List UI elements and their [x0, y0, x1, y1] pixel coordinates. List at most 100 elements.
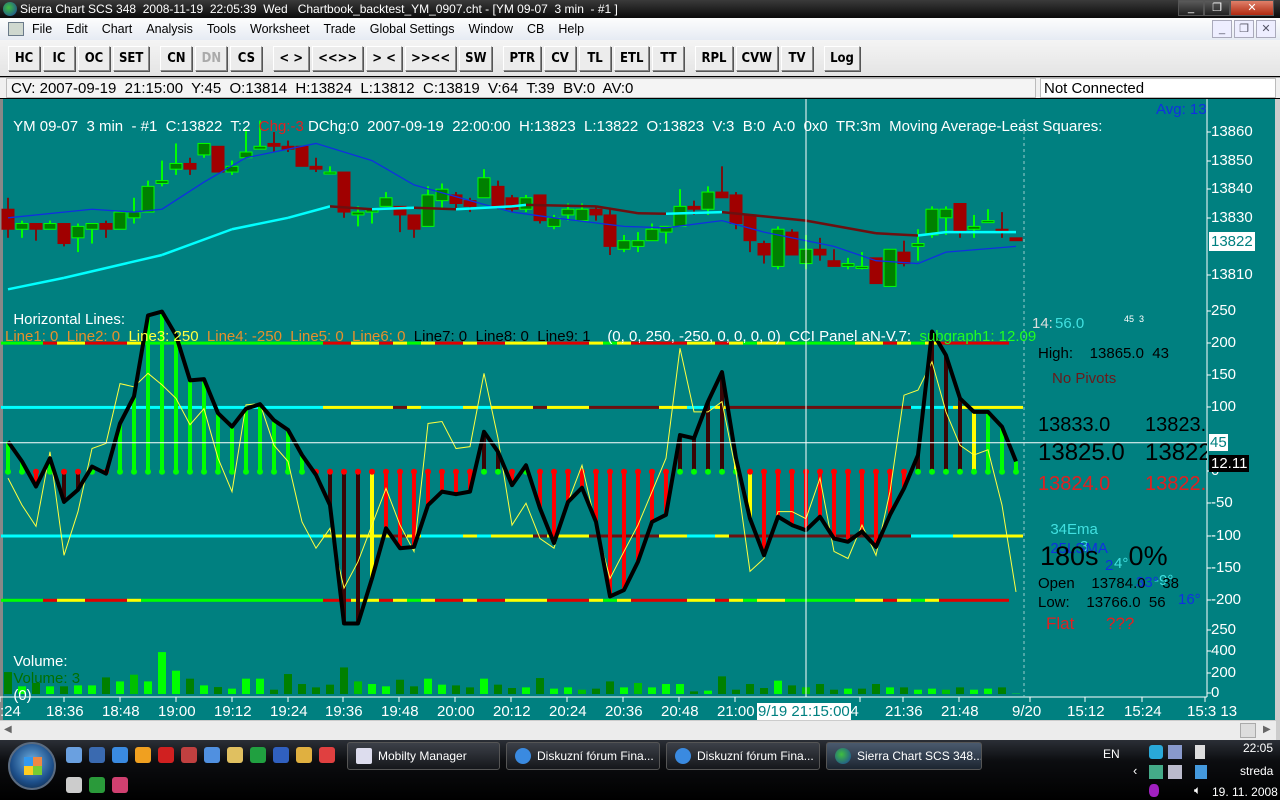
close-button[interactable]: ✕ — [1230, 0, 1274, 16]
menu-worksheet[interactable]: Worksheet — [250, 18, 310, 40]
volume-icon[interactable]: 🔈︎ — [1194, 783, 1201, 798]
candle-body — [267, 142, 281, 147]
cci-zero-dot — [369, 468, 375, 475]
restore-button[interactable]: ❐ — [1204, 0, 1230, 16]
toolbar-button-cv[interactable]: CV — [544, 45, 577, 71]
clock-date[interactable]: 19. 11. 2008 — [1212, 785, 1278, 799]
globe-icon[interactable] — [89, 777, 105, 793]
volume-bar — [550, 688, 558, 694]
paint-icon[interactable] — [181, 747, 197, 763]
taskbar-item-mobility-manager[interactable]: Mobilty Manager — [347, 742, 500, 770]
clock-day[interactable]: streda — [1240, 764, 1273, 778]
toolbar-button-tt[interactable]: TT — [652, 45, 685, 71]
cci-zero-dot — [131, 468, 137, 475]
volume-bar — [228, 688, 236, 694]
cci-zero-dot — [817, 468, 823, 475]
chart-canvas[interactable] — [0, 99, 1275, 720]
toolbar-button-cn[interactable]: CN — [160, 45, 193, 71]
horizontal-scrollbar[interactable]: ◀ ▶ — [0, 720, 1276, 740]
word-icon[interactable] — [273, 747, 289, 763]
media-center-icon[interactable] — [204, 747, 220, 763]
publisher-icon[interactable] — [296, 747, 312, 763]
tray-network-status-icon[interactable] — [1195, 765, 1207, 779]
menu-trade[interactable]: Trade — [324, 18, 356, 40]
toolbar-button-etl[interactable]: ETL — [614, 45, 650, 71]
internet-explorer-icon[interactable] — [112, 747, 128, 763]
toolbar-button-log[interactable]: Log — [824, 45, 860, 71]
color-app-icon[interactable] — [319, 747, 335, 763]
lsma-line-segment — [287, 205, 331, 220]
taskbar-item-sierra-chart[interactable]: Sierra Chart SCS 348... — [826, 742, 982, 770]
toolbar-button-set[interactable]: SET — [113, 45, 150, 71]
mdi-close-button[interactable]: ✕ — [1256, 20, 1276, 38]
sierra-chart-logo-icon — [3, 2, 17, 16]
level-row2-a: 13825.0 — [1038, 439, 1125, 466]
candle-body — [1, 208, 15, 230]
menu-window[interactable]: Window — [469, 18, 513, 40]
menu-file[interactable]: File — [32, 18, 52, 40]
toolbar-button-ptr[interactable]: PTR — [503, 45, 542, 71]
menu-analysis[interactable]: Analysis — [146, 18, 193, 40]
start-button[interactable] — [8, 742, 56, 790]
menu-edit[interactable]: Edit — [66, 18, 88, 40]
scroll-left-arrow-icon[interactable]: ◀ — [4, 724, 12, 735]
tray-network-icon[interactable] — [1168, 745, 1182, 759]
toolbar-button-hc[interactable]: HC — [8, 45, 40, 71]
cci-zero-dot — [299, 468, 305, 475]
menu-tools[interactable]: Tools — [207, 18, 236, 40]
toolbar-button-ic[interactable]: IC — [43, 45, 75, 71]
cci-zero-dot — [173, 468, 179, 475]
tray-purple-app-icon[interactable] — [1149, 784, 1159, 797]
taskbar-item-forum-2[interactable]: Diskuzní fórum Fina... — [666, 742, 820, 770]
horizontal-line-8-value: Line8: 0 — [475, 328, 529, 345]
toolbar-button-tl[interactable]: TL — [579, 45, 612, 71]
language-indicator[interactable]: EN — [1103, 747, 1120, 761]
toolbar-button-cs[interactable]: CS — [230, 45, 263, 71]
candle-body — [43, 223, 57, 230]
horizontal-line-4-value: Line4: -250 — [206, 328, 282, 345]
clock-time[interactable]: 22:05 — [1243, 741, 1273, 755]
folder-icon[interactable] — [227, 747, 243, 763]
calendar-icon[interactable] — [66, 777, 82, 793]
show-hidden-icons-chevron-icon[interactable]: ‹ — [1133, 763, 1137, 778]
media-player-icon[interactable] — [135, 747, 151, 763]
timer-prefix: 14: — [1032, 315, 1053, 332]
time-axis-label: 19:12 — [214, 703, 252, 720]
toolbar-button-sw[interactable]: SW — [459, 45, 493, 71]
menu-chart[interactable]: Chart — [102, 18, 133, 40]
minimize-button[interactable]: _ — [1178, 0, 1204, 16]
tray-power-icon[interactable] — [1195, 745, 1205, 759]
toolbar-button--arrows7[interactable]: < > — [273, 45, 310, 71]
toolbar-button--arrows10[interactable]: >><< — [404, 45, 457, 71]
switch-windows-icon[interactable] — [89, 747, 105, 763]
ticket-icon[interactable] — [112, 777, 128, 793]
mdi-restore-button[interactable]: ❐ — [1234, 20, 1254, 38]
show-desktop-icon[interactable] — [66, 747, 82, 763]
taskbar-item-forum-1[interactable]: Diskuzní fórum Fina... — [506, 742, 660, 770]
time-axis-label: 21:48 — [941, 703, 979, 720]
excel-icon[interactable] — [250, 747, 266, 763]
candle-body — [547, 217, 561, 227]
toolbar-button-rpl[interactable]: RPL — [695, 45, 733, 71]
mdi-minimize-button[interactable]: _ — [1212, 20, 1232, 38]
toolbar-button-oc[interactable]: OC — [78, 45, 110, 71]
scroll-right-arrow-icon[interactable]: ▶ — [1263, 724, 1271, 735]
tray-app-icon[interactable] — [1149, 765, 1163, 779]
tray-sync-icon[interactable] — [1149, 745, 1163, 759]
scroll-thumb[interactable] — [1240, 723, 1256, 738]
menu-cb[interactable]: CB — [527, 18, 544, 40]
toolbar-button--arrows9[interactable]: > < — [366, 45, 402, 71]
toolbar-button-cvw[interactable]: CVW — [735, 45, 779, 71]
volume-bar — [984, 688, 992, 694]
menu-help[interactable]: Help — [558, 18, 584, 40]
toolbar-button-dn[interactable]: DN — [195, 45, 228, 71]
toolbar-button--arrows8[interactable]: <<>> — [312, 45, 364, 71]
tray-display-icon[interactable] — [1168, 765, 1182, 779]
volume-bar — [662, 684, 670, 694]
acrobat-icon[interactable] — [158, 747, 174, 763]
document-icon[interactable] — [8, 22, 24, 36]
menu-global-settings[interactable]: Global Settings — [370, 18, 455, 40]
task-label: Diskuzní fórum Fina... — [537, 749, 654, 763]
volume-bar — [326, 684, 334, 694]
toolbar-button-tv[interactable]: TV — [781, 45, 814, 71]
